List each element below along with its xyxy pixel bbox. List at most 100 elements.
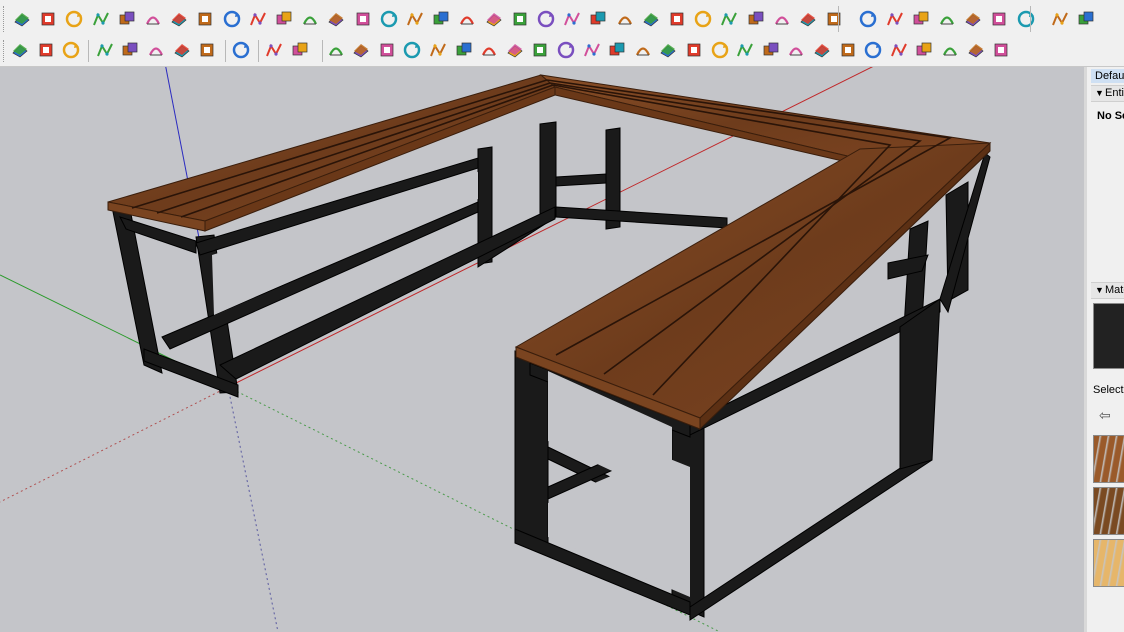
default-tray: Default Tray ▼Entity Info No Selection ▼… bbox=[1084, 67, 1124, 632]
box-stack-icon[interactable] bbox=[1050, 9, 1070, 29]
gear-wheel-icon[interactable] bbox=[428, 40, 448, 60]
shape-icon[interactable] bbox=[735, 40, 755, 60]
arc-icon[interactable] bbox=[510, 9, 530, 29]
flag-icon[interactable] bbox=[248, 9, 268, 29]
red-cubes-icon[interactable] bbox=[719, 9, 739, 29]
hand-icon[interactable] bbox=[710, 40, 730, 60]
current-material-preview[interactable] bbox=[1093, 303, 1124, 369]
layer-blue-icon[interactable] bbox=[12, 9, 32, 29]
red-dots-path-icon[interactable] bbox=[353, 9, 373, 29]
collapse-triangle-icon: ▼ bbox=[1095, 285, 1104, 295]
sphere-cut-icon[interactable] bbox=[505, 40, 525, 60]
select-tab[interactable]: Select bbox=[1093, 384, 1124, 396]
stripes-icon[interactable] bbox=[684, 40, 704, 60]
bench-model-scene bbox=[0, 67, 992, 632]
entity-info-header[interactable]: ▼Entity Info bbox=[1091, 85, 1124, 102]
sweep-icon[interactable] bbox=[812, 40, 832, 60]
green-tree-icon[interactable] bbox=[405, 9, 425, 29]
toolbar-grip[interactable] bbox=[3, 6, 7, 32]
toolbar-separator bbox=[1030, 6, 1031, 32]
pipe-bend-icon[interactable] bbox=[966, 40, 986, 60]
curve-e-icon[interactable] bbox=[10, 40, 30, 60]
layer-yellow-icon[interactable] bbox=[64, 9, 84, 29]
green-leaf-icon[interactable] bbox=[667, 9, 687, 29]
split-arrows-icon[interactable] bbox=[530, 40, 550, 60]
dog-icon[interactable] bbox=[274, 9, 294, 29]
red-arc-icon[interactable] bbox=[641, 9, 661, 29]
stamp-icon[interactable] bbox=[889, 40, 909, 60]
corner-icon[interactable] bbox=[326, 9, 346, 29]
flow-icon[interactable] bbox=[863, 40, 883, 60]
material-swatch[interactable] bbox=[1093, 435, 1124, 483]
material-swatch[interactable] bbox=[1093, 487, 1124, 535]
blue-x-icon[interactable] bbox=[431, 9, 451, 29]
bezier-icon[interactable] bbox=[326, 40, 346, 60]
tray-title[interactable]: Default Tray bbox=[1091, 69, 1124, 83]
steps-icon[interactable] bbox=[786, 40, 806, 60]
lens-icon[interactable] bbox=[914, 40, 934, 60]
scissors-icon[interactable] bbox=[402, 40, 422, 60]
cube-arrow-icon[interactable] bbox=[693, 9, 713, 29]
shelf-icon[interactable] bbox=[761, 40, 781, 60]
red-x-dots-icon[interactable] bbox=[937, 9, 957, 29]
material-swatch[interactable] bbox=[1093, 539, 1124, 587]
tree-icon[interactable] bbox=[120, 40, 140, 60]
toolbar-bottom bbox=[0, 36, 1124, 67]
gem-icon[interactable] bbox=[772, 9, 792, 29]
lathe-icon[interactable] bbox=[633, 40, 653, 60]
mail-icon[interactable] bbox=[264, 40, 284, 60]
frame-icon[interactable] bbox=[824, 9, 844, 29]
fire-icon[interactable] bbox=[536, 9, 556, 29]
columns-icon[interactable] bbox=[658, 40, 678, 60]
rotate-orange-icon[interactable] bbox=[169, 9, 189, 29]
info-icon[interactable] bbox=[290, 40, 310, 60]
flask-icon[interactable] bbox=[457, 9, 477, 29]
box-square-icon[interactable] bbox=[1076, 9, 1096, 29]
list-icon[interactable] bbox=[222, 9, 242, 29]
quarter-pie-icon[interactable] bbox=[146, 40, 166, 60]
back-arrow-icon[interactable]: ⇦ bbox=[1099, 407, 1111, 424]
four-arrows-icon[interactable] bbox=[588, 9, 608, 29]
triangle-warning-icon[interactable] bbox=[484, 9, 504, 29]
gear-icon[interactable] bbox=[231, 40, 251, 60]
entity-info-text: No Selection bbox=[1097, 110, 1124, 122]
loop-icon[interactable] bbox=[556, 40, 576, 60]
checker-sphere-icon[interactable] bbox=[172, 40, 192, 60]
circular-arrow-icon[interactable] bbox=[562, 9, 582, 29]
cup-icon[interactable] bbox=[615, 9, 635, 29]
cloud-upload-icon[interactable] bbox=[197, 40, 217, 60]
flower-icon[interactable] bbox=[798, 9, 818, 29]
collapse-triangle-icon: ▼ bbox=[1095, 88, 1104, 98]
link-icon[interactable] bbox=[300, 9, 320, 29]
swap-icon[interactable] bbox=[61, 40, 81, 60]
layer-blue-flat-icon[interactable] bbox=[38, 9, 58, 29]
add-circle-icon[interactable] bbox=[95, 40, 115, 60]
red-curve-icon[interactable] bbox=[351, 40, 371, 60]
grid-blue-icon[interactable] bbox=[989, 9, 1009, 29]
model-viewport[interactable] bbox=[0, 67, 1084, 632]
zigzag-icon[interactable] bbox=[838, 40, 858, 60]
toolbar-separator bbox=[88, 40, 89, 62]
sun-shape-icon[interactable] bbox=[454, 40, 474, 60]
cube-edit-icon[interactable] bbox=[746, 9, 766, 29]
grid-yellow-icon[interactable] bbox=[885, 9, 905, 29]
materials-header[interactable]: ▼Materials bbox=[1091, 282, 1124, 299]
dotted-arc-icon[interactable] bbox=[963, 9, 983, 29]
vertical-bars-icon[interactable] bbox=[991, 40, 1011, 60]
toolbar-grip[interactable] bbox=[3, 40, 7, 62]
grid-orange-icon[interactable] bbox=[911, 9, 931, 29]
pipe-icon[interactable] bbox=[607, 40, 627, 60]
axis-red-dotted bbox=[0, 386, 229, 503]
wedge-icon[interactable] bbox=[940, 40, 960, 60]
orange-grid-icon[interactable] bbox=[858, 9, 878, 29]
paint-bucket-icon[interactable] bbox=[377, 40, 397, 60]
red-square-icon[interactable] bbox=[195, 9, 215, 29]
box-tool-icon[interactable] bbox=[1016, 9, 1036, 29]
red-bend-icon[interactable] bbox=[582, 40, 602, 60]
layer-green-icon[interactable] bbox=[91, 9, 111, 29]
box-ring-icon[interactable] bbox=[479, 40, 499, 60]
layer-white-icon[interactable] bbox=[143, 9, 163, 29]
refresh-icon[interactable] bbox=[36, 40, 56, 60]
layer-red-icon[interactable] bbox=[117, 9, 137, 29]
red-cross-icon[interactable] bbox=[379, 9, 399, 29]
